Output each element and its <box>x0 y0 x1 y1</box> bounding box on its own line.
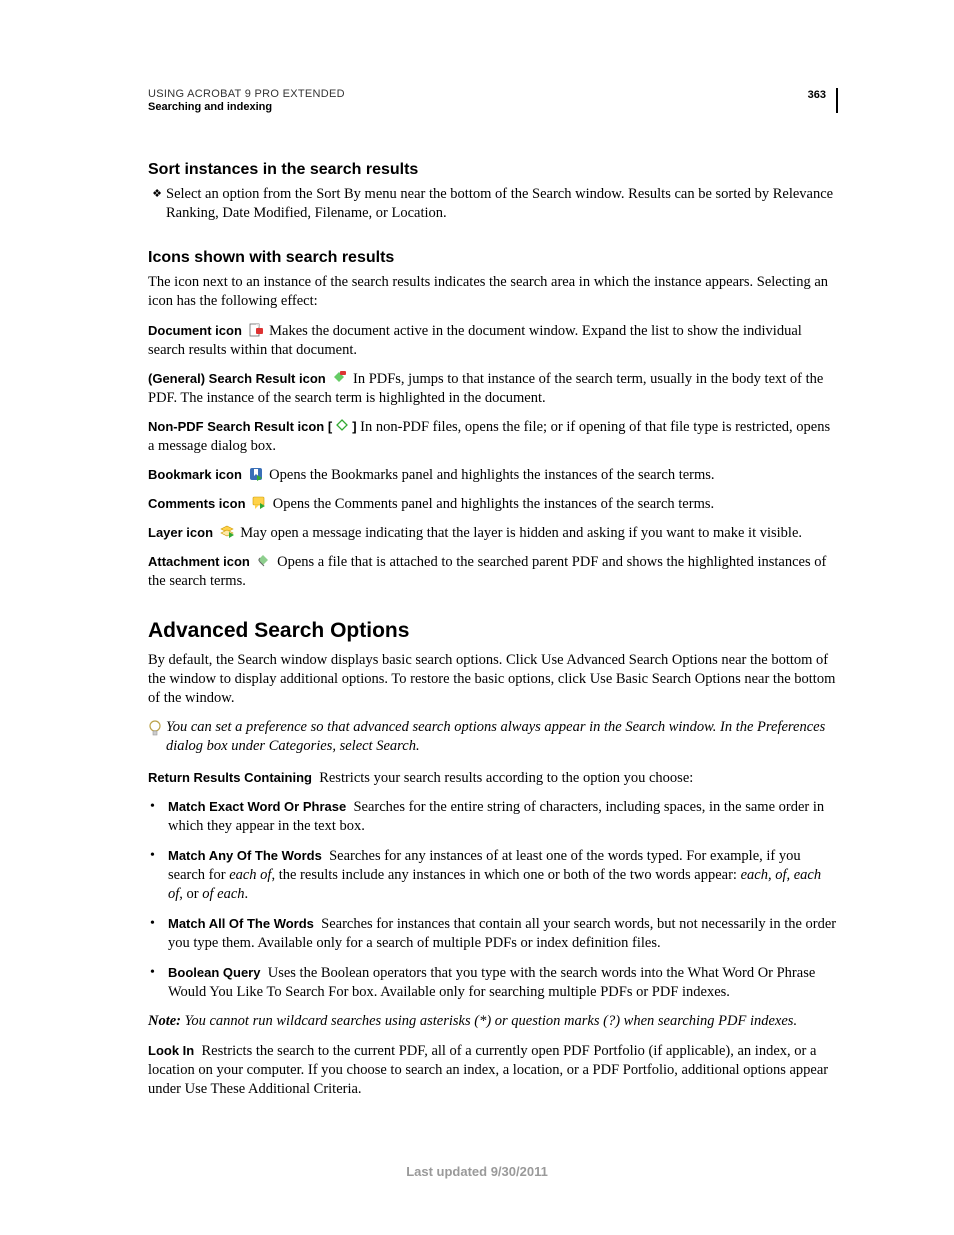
section-sort: Sort instances in the search results ❖ S… <box>148 161 838 223</box>
heading-icons: Icons shown with search results <box>148 249 838 267</box>
def-bookmark: Bookmark icon Opens the Bookmarks panel … <box>148 465 838 485</box>
term-attachment: Attachment icon <box>148 554 250 569</box>
body-lookin: Restricts the search to the current PDF,… <box>148 1043 828 1097</box>
term-match-exact: Match Exact Word Or Phrase <box>168 799 346 814</box>
term-boolean: Boolean Query <box>168 965 260 980</box>
note-row: Note: You cannot run wildcard searches u… <box>148 1012 838 1031</box>
body-document: Makes the document active in the documen… <box>148 323 802 358</box>
boolean-content: Boolean Query Uses the Boolean operators… <box>168 963 838 1002</box>
section-icons: Icons shown with search results The icon… <box>148 249 838 591</box>
bookmark-icon <box>249 467 263 481</box>
body-match-any-mid2: , or <box>179 886 202 902</box>
header-left: USING ACROBAT 9 PRO EXTENDED Searching a… <box>148 88 345 113</box>
term-lookin: Look In <box>148 1043 194 1058</box>
def-nonpdf: Non-PDF Search Result icon [ ] In non-PD… <box>148 417 838 456</box>
def-attachment: Attachment icon Opens a file that is att… <box>148 552 838 591</box>
term-document: Document icon <box>148 323 242 338</box>
body-layer: May open a message indicating that the l… <box>240 525 802 541</box>
header-page-number: 363 <box>808 88 826 101</box>
footer-updated: Last updated 9/30/2011 <box>0 1164 954 1179</box>
match-any-content: Match Any Of The Words Searches for any … <box>168 846 838 904</box>
comments-icon <box>252 496 266 510</box>
layer-icon <box>220 525 234 539</box>
lightbulb-icon <box>148 718 166 756</box>
page-header: USING ACROBAT 9 PRO EXTENDED Searching a… <box>148 88 838 113</box>
term-layer: Layer icon <box>148 525 213 540</box>
bullet-dot-icon: • <box>148 846 168 904</box>
def-document: Document icon Makes the document active … <box>148 321 838 360</box>
def-comments: Comments icon Opens the Comments panel a… <box>148 494 838 514</box>
bullet-dot-icon: • <box>148 914 168 953</box>
advanced-intro: By default, the Search window displays b… <box>148 651 838 708</box>
heading-sort: Sort instances in the search results <box>148 161 838 179</box>
match-exact-content: Match Exact Word Or Phrase Searches for … <box>168 797 838 836</box>
match-all-content: Match All Of The Words Searches for inst… <box>168 914 838 953</box>
header-section: Searching and indexing <box>148 101 345 113</box>
term-return: Return Results Containing <box>148 770 312 785</box>
term-comments: Comments icon <box>148 496 246 511</box>
def-lookin: Look In Restricts the search to the curr… <box>148 1041 838 1099</box>
diamond-bullet-icon: ❖ <box>148 185 166 223</box>
term-general: (General) Search Result icon <box>148 371 326 386</box>
em-each-of: each of <box>229 867 271 883</box>
bullet-dot-icon: • <box>148 797 168 836</box>
item-match-any: • Match Any Of The Words Searches for an… <box>148 846 838 904</box>
term-nonpdf: Non-PDF Search Result icon <box>148 419 324 434</box>
sort-bullet-row: ❖ Select an option from the Sort By menu… <box>148 185 838 223</box>
sort-bullet-text: Select an option from the Sort By menu n… <box>166 185 838 223</box>
term-match-any: Match Any Of The Words <box>168 848 322 863</box>
note-body: You cannot run wildcard searches using a… <box>185 1013 797 1029</box>
term-match-all: Match All Of The Words <box>168 916 314 931</box>
body-match-any-mid: , the results include any instances in w… <box>271 867 740 883</box>
heading-advanced: Advanced Search Options <box>148 619 838 643</box>
tip-text: You can set a preference so that advance… <box>166 718 838 756</box>
item-match-exact: • Match Exact Word Or Phrase Searches fo… <box>148 797 838 836</box>
def-general: (General) Search Result icon In PDFs, ju… <box>148 369 838 408</box>
search-result-icon <box>332 371 346 385</box>
page: USING ACROBAT 9 PRO EXTENDED Searching a… <box>0 0 954 1235</box>
body-attachment: Opens a file that is attached to the sea… <box>148 554 826 589</box>
icons-intro: The icon next to an instance of the sear… <box>148 273 838 311</box>
attachment-icon <box>256 554 270 568</box>
note-label: Note: <box>148 1013 181 1029</box>
bracket-open: [ <box>328 419 332 434</box>
body-return: Restricts your search results according … <box>319 770 693 786</box>
def-return: Return Results Containing Restricts your… <box>148 768 838 788</box>
body-bookmark: Opens the Bookmarks panel and highlights… <box>269 467 714 483</box>
header-product: USING ACROBAT 9 PRO EXTENDED <box>148 88 345 100</box>
section-advanced: Advanced Search Options By default, the … <box>148 619 838 1099</box>
term-bookmark: Bookmark icon <box>148 467 242 482</box>
bullet-dot-icon: • <box>148 963 168 1002</box>
tip-row: You can set a preference so that advance… <box>148 718 838 756</box>
document-icon <box>249 323 263 337</box>
body-boolean: Uses the Boolean operators that you type… <box>168 965 815 1000</box>
def-layer: Layer icon May open a message indicating… <box>148 523 838 543</box>
bracket-close: ] <box>352 419 360 434</box>
item-match-all: • Match All Of The Words Searches for in… <box>148 914 838 953</box>
em-of-each: of each <box>202 886 244 902</box>
body-comments: Opens the Comments panel and highlights … <box>273 496 714 512</box>
item-boolean: • Boolean Query Uses the Boolean operato… <box>148 963 838 1002</box>
nonpdf-search-result-icon <box>335 419 349 433</box>
body-match-any-end: . <box>245 886 249 902</box>
